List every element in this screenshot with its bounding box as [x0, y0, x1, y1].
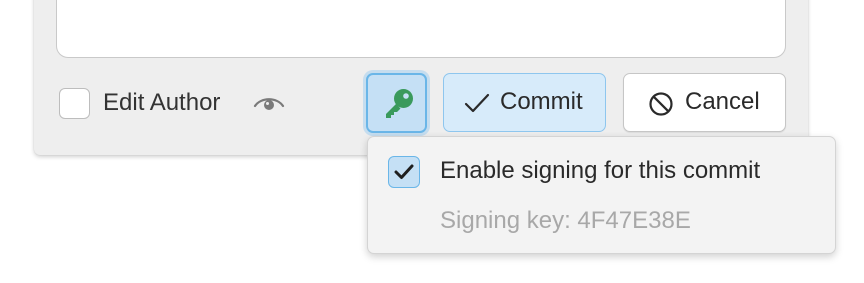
enable-signing-label[interactable]: Enable signing for this commit [440, 157, 760, 185]
eye-icon[interactable] [253, 93, 285, 113]
commit-message-textarea[interactable] [56, 0, 786, 58]
enable-signing-checkbox[interactable] [388, 156, 420, 188]
commit-dialog: Edit Author Commit Cancel Enable signing… [0, 0, 864, 283]
signing-toggle-button[interactable] [366, 73, 427, 133]
signing-key-info: Signing key: 4F47E38E [440, 207, 691, 234]
commit-button-label: Commit [500, 88, 583, 115]
prohibited-icon [649, 92, 673, 116]
edit-author-checkbox[interactable] [59, 88, 90, 119]
key-icon [386, 89, 413, 118]
checkmark-icon [394, 164, 414, 179]
cancel-button[interactable]: Cancel [623, 73, 786, 132]
commit-button[interactable]: Commit [443, 73, 606, 132]
check-icon [464, 93, 490, 113]
cancel-button-label: Cancel [685, 88, 760, 115]
edit-author-label[interactable]: Edit Author [103, 89, 220, 117]
signing-popover: Enable signing for this commit Signing k… [367, 136, 836, 254]
